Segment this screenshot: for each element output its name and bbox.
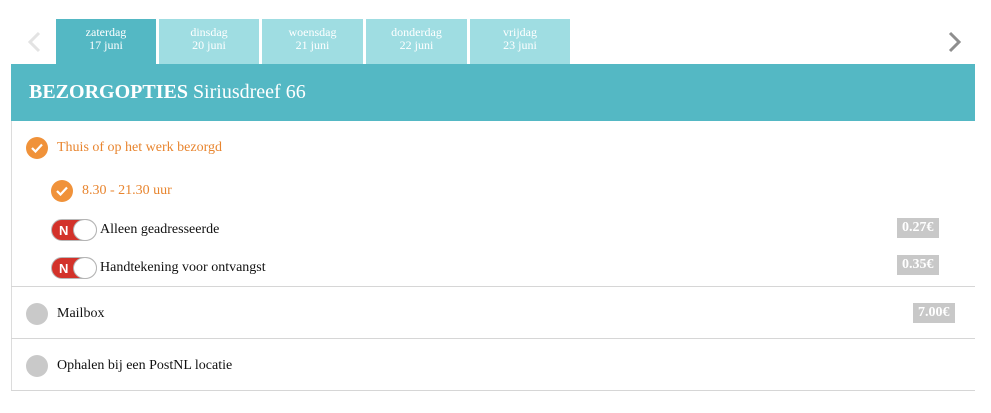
option-mailbox[interactable]: Mailbox [26, 303, 104, 325]
pickup-label: Ophalen bij een PostNL locatie [57, 358, 233, 373]
option-home-delivery[interactable]: Thuis of op het werk bezorgd [26, 137, 222, 159]
option-home-label: Thuis of op het werk bezorgd [57, 140, 222, 155]
tab-date-label: 20 juni [192, 38, 226, 52]
next-day-button[interactable] [944, 30, 966, 54]
tab-date-label: 22 juni [399, 38, 434, 52]
divider [11, 338, 975, 339]
divider [11, 390, 975, 391]
signature-toggle[interactable]: N [51, 257, 97, 279]
tab-day-1[interactable]: zaterdag 17 juni [56, 19, 156, 64]
toggle-state: N [59, 223, 69, 238]
tab-date-label: 17 juni [89, 38, 123, 52]
signature-row: N Handtekening voor ontvangst [51, 257, 266, 279]
only-addressee-label: Alleen geadresseerde [100, 222, 220, 237]
radio-icon [26, 303, 48, 325]
prev-day-button[interactable] [24, 30, 46, 54]
tab-date-label: 23 juni [503, 38, 537, 52]
header-address: Siriusdreef 66 [192, 81, 306, 103]
toggle-knob [73, 257, 97, 279]
radio-icon [26, 355, 48, 377]
only-addressee-toggle[interactable]: N [51, 219, 97, 241]
divider [11, 286, 975, 287]
options-panel [11, 121, 975, 391]
signature-price: 0.35€ [897, 255, 939, 275]
toggle-state: N [59, 261, 69, 276]
chevron-left-icon [27, 31, 41, 53]
mailbox-label: Mailbox [57, 306, 105, 321]
toggle-knob [73, 219, 97, 241]
chevron-right-icon [948, 31, 962, 53]
tab-day-2[interactable]: dinsdag 20 juni [159, 19, 259, 64]
signature-label: Handtekening voor ontvangst [100, 260, 266, 275]
check-icon [26, 137, 48, 159]
tab-day-5[interactable]: vrijdag 23 juni [470, 19, 570, 64]
check-icon [51, 180, 73, 202]
tab-day-4[interactable]: donderdag 22 juni [366, 19, 467, 64]
tab-day-3[interactable]: woensdag 21 juni [262, 19, 363, 64]
only-addressee-price: 0.27€ [897, 218, 939, 238]
mailbox-price: 7.00€ [913, 303, 955, 323]
only-addressee-row: N Alleen geadresseerde [51, 219, 219, 241]
delivery-options-header: BEZORGOPTIES Siriusdreef 66 [11, 64, 975, 121]
timeslot-label: 8.30 - 21.30 uur [82, 183, 172, 198]
header-title: BEZORGOPTIES [29, 81, 188, 103]
option-timeslot[interactable]: 8.30 - 21.30 uur [51, 180, 172, 202]
tab-date-label: 21 juni [295, 38, 330, 52]
option-pickup[interactable]: Ophalen bij een PostNL locatie [26, 355, 232, 377]
